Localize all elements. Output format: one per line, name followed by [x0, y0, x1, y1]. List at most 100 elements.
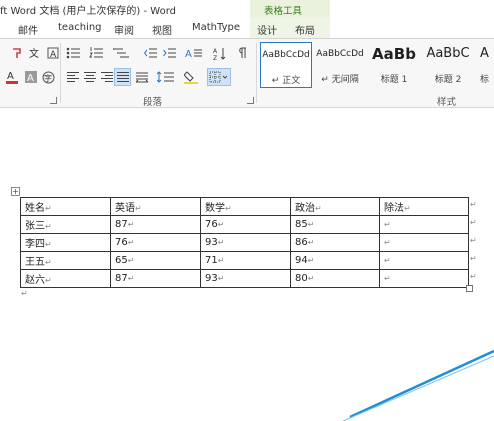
table-cell[interactable]: 94↵	[290, 251, 380, 270]
cell-text: 赵六	[25, 275, 45, 286]
table-row: 李四↵ 76↵ 93↵ 86↵ ↵	[20, 233, 469, 252]
table-cell[interactable]: 张三↵	[20, 215, 111, 234]
cell-mark: ↵	[404, 204, 411, 213]
character-border-icon[interactable]: A	[46, 46, 60, 60]
table-cell[interactable]: 87↵	[110, 215, 201, 234]
cell-text: 85	[295, 219, 308, 230]
cell-text: 65	[115, 255, 128, 266]
tab-teaching[interactable]: teaching	[58, 22, 102, 33]
tab-design[interactable]: 设计	[257, 22, 277, 37]
cell-mark: ↵	[127, 274, 135, 283]
table-cell[interactable]: 李四↵	[20, 233, 111, 252]
style-name: 标题 1	[380, 75, 408, 85]
cell-mark: ↵	[384, 238, 391, 247]
distributed-icon[interactable]	[134, 69, 150, 85]
line-spacing-icon[interactable]	[156, 69, 176, 85]
tab-review[interactable]: 审阅	[114, 22, 134, 37]
style-name: 标	[480, 75, 490, 85]
table-move-handle[interactable]: +	[11, 187, 20, 196]
chinese-layout-icon[interactable]: A	[184, 46, 206, 60]
tab-mathtype[interactable]: MathType	[192, 22, 240, 33]
borders-icon[interactable]	[207, 68, 231, 86]
align-center-icon[interactable]	[82, 69, 98, 85]
table-header-cell[interactable]: 政治↵	[290, 197, 380, 216]
cell-text: 93	[205, 273, 218, 284]
style-normal[interactable]: AaBbCcDd ↵ 正文	[260, 42, 312, 88]
cell-text: 李四	[25, 239, 45, 250]
svg-text:字: 字	[44, 73, 52, 83]
tab-view[interactable]: 视图	[152, 22, 172, 37]
table-header-text: 数学	[205, 203, 225, 214]
decrease-indent-icon[interactable]	[143, 46, 159, 60]
cell-mark: ↵	[307, 256, 315, 265]
multilevel-list-icon[interactable]	[112, 46, 132, 60]
table-cell[interactable]: 86↵	[290, 233, 380, 252]
table-cell[interactable]: ↵	[379, 251, 469, 270]
cell-mark: ↵	[315, 204, 322, 213]
row-end-mark: ↵	[470, 236, 477, 245]
row-end-mark: ↵	[470, 200, 477, 209]
align-right-icon[interactable]	[99, 69, 115, 85]
grades-table: 姓名↵ 英语↵ 数学↵ 政治↵ 除法↵ 张三↵ 87↵ 76↵ 85↵ ↵ 李四…	[20, 197, 469, 288]
cell-mark: ↵	[384, 220, 391, 229]
table-cell[interactable]: 71↵	[200, 251, 291, 270]
table-cell[interactable]: ↵	[379, 215, 469, 234]
cell-text: 87	[115, 219, 128, 230]
sort-icon[interactable]: AZ	[212, 46, 228, 60]
cell-text: 86	[295, 237, 308, 248]
character-shading-icon[interactable]: A	[24, 69, 38, 85]
paragraph-dialog-launcher[interactable]	[247, 97, 254, 104]
justify-icon[interactable]	[114, 68, 131, 86]
increase-indent-icon[interactable]	[162, 46, 178, 60]
table-cell[interactable]: 76↵	[110, 233, 201, 252]
table-cell[interactable]: 76↵	[200, 215, 291, 234]
numbering-icon[interactable]	[88, 46, 106, 60]
align-left-icon[interactable]	[65, 69, 81, 85]
table-cell[interactable]: 80↵	[290, 269, 380, 288]
style-preview: AaBbCcDd	[316, 49, 364, 59]
table-header-text: 英语	[115, 203, 135, 214]
table-header-cell[interactable]: 英语↵	[110, 197, 201, 216]
table-cell[interactable]: 85↵	[290, 215, 380, 234]
enclose-characters-icon[interactable]: 字	[41, 69, 55, 85]
font-color-icon[interactable]: A	[4, 69, 22, 85]
svg-text:A: A	[213, 48, 218, 55]
table-cell[interactable]: 93↵	[200, 269, 291, 288]
cell-mark: ↵	[217, 238, 225, 247]
table-cell[interactable]: ↵	[379, 269, 469, 288]
tab-layout[interactable]: 布局	[295, 22, 315, 37]
table-header-cell[interactable]: 数学↵	[200, 197, 291, 216]
table-cell[interactable]: ↵	[379, 233, 469, 252]
style-name-text: 正文	[282, 76, 301, 86]
shading-icon[interactable]	[183, 69, 203, 85]
table-header-cell[interactable]: 姓名↵	[20, 197, 111, 216]
style-no-spacing[interactable]: AaBbCcDd ↵ 无间隔	[314, 42, 366, 88]
cell-mark: ↵	[45, 204, 52, 213]
cell-mark: ↵	[217, 256, 225, 265]
styles-group-label: 样式	[437, 97, 457, 108]
style-heading-1[interactable]: AaBb 标题 1	[368, 42, 420, 88]
format-painter-icon[interactable]	[10, 46, 24, 60]
style-next[interactable]: A 标	[476, 42, 494, 88]
cell-mark: ↵	[45, 276, 52, 285]
font-dialog-launcher[interactable]	[50, 97, 57, 104]
title-bar: ft Word 文档 (用户上次保存的) - Word 表格工具	[0, 0, 494, 18]
table-cell[interactable]: 87↵	[110, 269, 201, 288]
table-header-text: 政治	[295, 203, 315, 214]
table-cell[interactable]: 赵六↵	[20, 269, 111, 288]
table-header-cell[interactable]: 除法↵	[379, 197, 469, 216]
table-resize-handle[interactable]	[466, 285, 473, 292]
cell-mark: ↵	[307, 238, 315, 247]
show-marks-icon[interactable]	[236, 46, 250, 60]
phonetic-guide-icon[interactable]: 文	[28, 46, 44, 60]
style-name: ↵ 正文	[261, 73, 311, 86]
style-heading-2[interactable]: AaBbC 标题 2	[422, 42, 474, 88]
ribbon-tabs: 邮件 teaching 审阅 视图 MathType 设计 布局	[0, 18, 494, 39]
group-divider	[60, 43, 61, 103]
table-cell[interactable]: 65↵	[110, 251, 201, 270]
table-cell[interactable]: 93↵	[200, 233, 291, 252]
diagonal-line	[349, 349, 494, 419]
bullets-icon[interactable]	[65, 46, 83, 60]
table-cell[interactable]: 王五↵	[20, 251, 111, 270]
tab-mailings[interactable]: 邮件	[18, 22, 38, 37]
